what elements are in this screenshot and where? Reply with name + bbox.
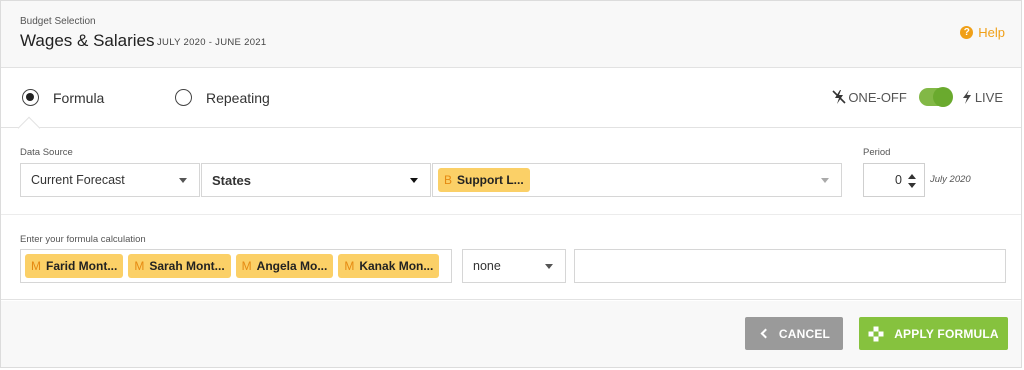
mode-row: Formula Repeating ONE-OFF LIVE (1, 69, 1021, 140)
formula-input[interactable]: M Farid Mont... M Sarah Mont... M Angela… (20, 249, 452, 283)
tag-label: Sarah Mont... (149, 259, 225, 273)
tag-label: Angela Mo... (256, 259, 328, 273)
tag-prefix: M (134, 259, 145, 273)
live-label: LIVE (974, 89, 1003, 105)
tag-prefix: M (31, 259, 41, 273)
operator-select[interactable]: none (462, 249, 566, 283)
apply-formula-label: APPLY FORMULA (894, 326, 999, 341)
chevron-down-icon (179, 178, 187, 183)
switch-knob (932, 87, 953, 107)
radio-formula[interactable]: Formula (22, 89, 104, 106)
chevron-down-icon (545, 264, 553, 269)
flash-off-icon (832, 90, 846, 104)
question-circle-icon: ? (960, 26, 974, 39)
operator-select-value: none (473, 259, 501, 273)
formula-tag[interactable]: M Kanak Mon... (338, 254, 440, 278)
radio-repeating[interactable]: Repeating (175, 89, 270, 106)
radio-repeating-label: Repeating (206, 89, 270, 106)
chevron-left-icon (760, 328, 771, 339)
tag-label: Kanak Mon... (359, 259, 434, 273)
category-select-value: States (212, 172, 252, 188)
cancel-button-label: CANCEL (778, 326, 831, 341)
data-source-row: Data Source Current Forecast States B Su… (1, 129, 1021, 215)
one-off-live-toggle: ONE-OFF LIVE (832, 87, 1005, 107)
panel-footer: CANCEL APPLY FORMULA (1, 301, 1021, 367)
tag-label: Support L... (457, 173, 524, 187)
formula-tag[interactable]: M Sarah Mont... (128, 254, 231, 278)
period-stepper[interactable]: 0 (863, 163, 925, 197)
formula-value-input[interactable] (574, 249, 1006, 283)
data-source-label: Data Source (20, 147, 73, 158)
help-label: Help (978, 25, 1005, 40)
selected-tag[interactable]: B Support L... (438, 168, 530, 192)
chevron-down-icon (410, 178, 418, 183)
period-label: Period (863, 147, 891, 158)
spinner-arrows-icon[interactable] (908, 174, 916, 188)
live-switch[interactable] (918, 87, 953, 107)
flash-icon (962, 90, 971, 104)
one-off-label: ONE-OFF (848, 89, 907, 105)
formula-tag[interactable]: M Farid Mont... (25, 254, 124, 278)
tag-prefix: M (344, 259, 355, 273)
formula-row: Enter your formula calculation M Farid M… (1, 216, 1021, 300)
source-select[interactable]: Current Forecast (20, 163, 200, 197)
page-title: Wages & Salaries (20, 31, 155, 50)
source-select-value: Current Forecast (31, 173, 125, 187)
item-multiselect[interactable]: B Support L... (432, 163, 842, 197)
help-link[interactable]: ? Help (960, 25, 1005, 40)
formula-blocks-icon (868, 326, 884, 341)
cancel-button[interactable]: CANCEL (745, 317, 843, 350)
budget-formula-panel: Budget Selection Wages & Salaries JULY 2… (0, 0, 1022, 368)
tag-prefix: M (241, 259, 252, 273)
budget-selection-label: Budget Selection (20, 16, 96, 27)
tag-label: Farid Mont... (46, 259, 118, 273)
panel-header: Budget Selection Wages & Salaries JULY 2… (1, 1, 1021, 68)
period-value: 0 (895, 173, 902, 187)
formula-tag[interactable]: M Angela Mo... (235, 254, 334, 278)
chevron-down-icon (821, 178, 829, 183)
period-date: July 2020 (930, 174, 971, 185)
category-select[interactable]: States (201, 163, 431, 197)
tag-prefix: B (444, 173, 453, 187)
radio-checked-icon (22, 89, 39, 106)
formula-label: Enter your formula calculation (20, 234, 146, 245)
radio-unchecked-icon (175, 89, 192, 106)
period-range: JULY 2020 - JUNE 2021 (157, 37, 267, 48)
apply-formula-button[interactable]: APPLY FORMULA (859, 317, 1008, 350)
radio-formula-label: Formula (53, 89, 105, 106)
